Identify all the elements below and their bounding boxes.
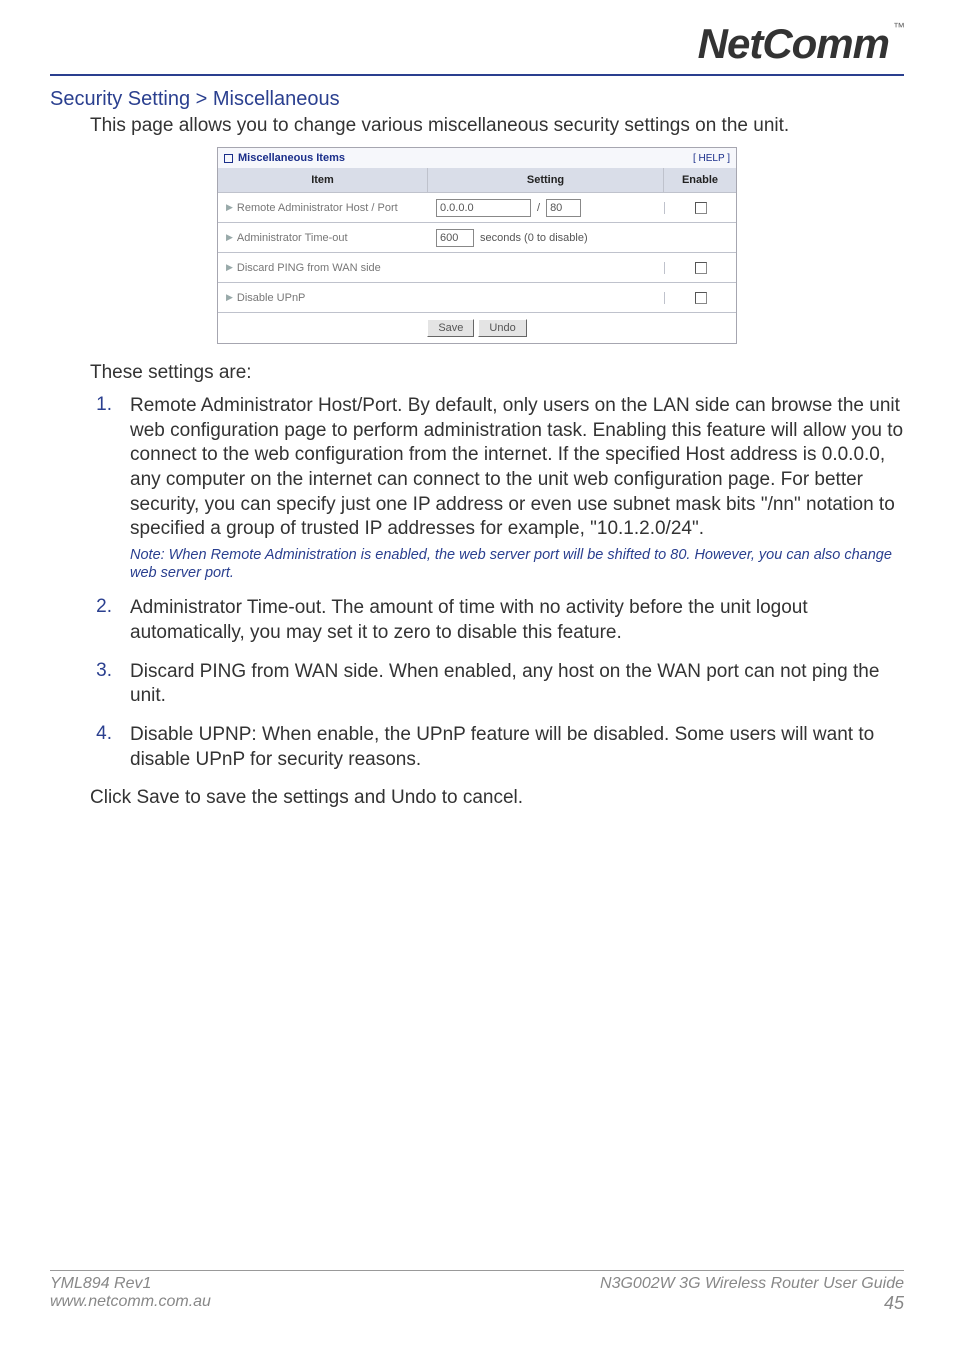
row-remote-admin-label-cell: ▶ Remote Administrator Host / Port <box>218 196 428 220</box>
list-number: 3. <box>90 660 112 709</box>
discard-ping-checkbox[interactable] <box>695 262 707 274</box>
footer-left: YML894 Rev1 www.netcomm.com.au <box>50 1275 211 1314</box>
list-number: 4. <box>90 723 112 772</box>
panel-title: Miscellaneous Items <box>238 152 345 164</box>
disable-upnp-checkbox[interactable] <box>695 292 707 304</box>
square-icon <box>224 154 233 163</box>
footer-page-number: 45 <box>600 1293 904 1314</box>
row-discard-ping: ▶ Discard PING from WAN side <box>218 252 736 282</box>
undo-button[interactable]: Undo <box>478 319 526 337</box>
help-link[interactable]: [ HELP ] <box>693 153 730 164</box>
list-text: Discard PING from WAN side. When enabled… <box>130 660 904 709</box>
settings-panel-wrap: Miscellaneous Items [ HELP ] Item Settin… <box>50 147 904 344</box>
panel-button-row: Save Undo <box>218 312 736 343</box>
list-item: 4. Disable UPNP: When enable, the UPnP f… <box>90 723 904 772</box>
header-item: Item <box>218 168 428 192</box>
brand-logo-text: NetComm <box>698 20 889 67</box>
save-button[interactable]: Save <box>427 319 474 337</box>
list-text: Disable UPNP: When enable, the UPnP feat… <box>130 723 904 772</box>
misc-items-panel: Miscellaneous Items [ HELP ] Item Settin… <box>217 147 737 344</box>
row-remote-admin-setting: 0.0.0.0 / 80 <box>428 195 664 221</box>
settings-lead-in: These settings are: <box>90 362 904 384</box>
row-remote-admin: ▶ Remote Administrator Host / Port 0.0.0… <box>218 192 736 222</box>
list-text: Administrator Time-out. The amount of ti… <box>130 596 904 645</box>
list-text: Remote Administrator Host/Port. By defau… <box>130 395 903 539</box>
row-admin-timeout: ▶ Administrator Time-out 600 seconds (0 … <box>218 222 736 252</box>
header-setting: Setting <box>428 168 664 192</box>
section-title: Security Setting > Miscellaneous <box>50 88 904 111</box>
row-disable-upnp-label-cell: ▶ Disable UPnP <box>218 286 664 310</box>
trademark-symbol: ™ <box>893 20 904 34</box>
header-divider <box>50 74 904 76</box>
row-remote-admin-enable <box>664 202 736 214</box>
list-item: 3. Discard PING from WAN side. When enab… <box>90 660 904 709</box>
list-number: 1. <box>90 394 112 582</box>
brand-logo: NetComm ™ <box>698 20 904 68</box>
remote-port-input[interactable]: 80 <box>546 199 581 217</box>
row-disable-upnp: ▶ Disable UPnP <box>218 282 736 312</box>
list-body: Remote Administrator Host/Port. By defau… <box>130 394 904 582</box>
host-port-separator: / <box>537 202 540 214</box>
timeout-input[interactable]: 600 <box>436 229 474 247</box>
panel-header-row: Item Setting Enable <box>218 168 736 192</box>
header-logo-row: NetComm ™ <box>50 20 904 68</box>
list-item: 1. Remote Administrator Host/Port. By de… <box>90 394 904 582</box>
row-admin-timeout-setting: 600 seconds (0 to disable) <box>428 225 664 251</box>
footer-right: N3G002W 3G Wireless Router User Guide 45 <box>600 1275 904 1314</box>
section-intro: This page allows you to change various m… <box>90 115 904 137</box>
panel-title-left: Miscellaneous Items <box>224 152 345 164</box>
row-discard-ping-enable <box>664 262 736 274</box>
footer-row: YML894 Rev1 www.netcomm.com.au N3G002W 3… <box>50 1275 904 1314</box>
page-footer: YML894 Rev1 www.netcomm.com.au N3G002W 3… <box>50 1270 904 1314</box>
list-note: Note: When Remote Administration is enab… <box>130 546 904 582</box>
triangle-icon: ▶ <box>226 292 233 303</box>
row-remote-admin-label: Remote Administrator Host / Port <box>237 202 398 214</box>
footer-divider <box>50 1270 904 1271</box>
settings-list: 1. Remote Administrator Host/Port. By de… <box>90 394 904 773</box>
remote-host-input[interactable]: 0.0.0.0 <box>436 199 531 217</box>
header-enable: Enable <box>664 168 736 192</box>
row-disable-upnp-label: Disable UPnP <box>237 292 305 304</box>
list-number: 2. <box>90 596 112 645</box>
closing-text: Click Save to save the settings and Undo… <box>90 787 904 809</box>
footer-url: www.netcomm.com.au <box>50 1293 211 1311</box>
row-discard-ping-label: Discard PING from WAN side <box>237 262 381 274</box>
footer-doc-rev: YML894 Rev1 <box>50 1275 211 1293</box>
triangle-icon: ▶ <box>226 262 233 273</box>
row-disable-upnp-enable <box>664 292 736 304</box>
footer-doc-title: N3G002W 3G Wireless Router User Guide <box>600 1275 904 1293</box>
row-discard-ping-label-cell: ▶ Discard PING from WAN side <box>218 256 664 280</box>
triangle-icon: ▶ <box>226 232 233 243</box>
row-admin-timeout-label: Administrator Time-out <box>237 232 348 244</box>
list-item: 2. Administrator Time-out. The amount of… <box>90 596 904 645</box>
remote-admin-checkbox[interactable] <box>695 202 707 214</box>
timeout-suffix: seconds (0 to disable) <box>480 232 588 244</box>
triangle-icon: ▶ <box>226 202 233 213</box>
row-admin-timeout-label-cell: ▶ Administrator Time-out <box>218 226 428 250</box>
panel-titlebar: Miscellaneous Items [ HELP ] <box>218 148 736 168</box>
